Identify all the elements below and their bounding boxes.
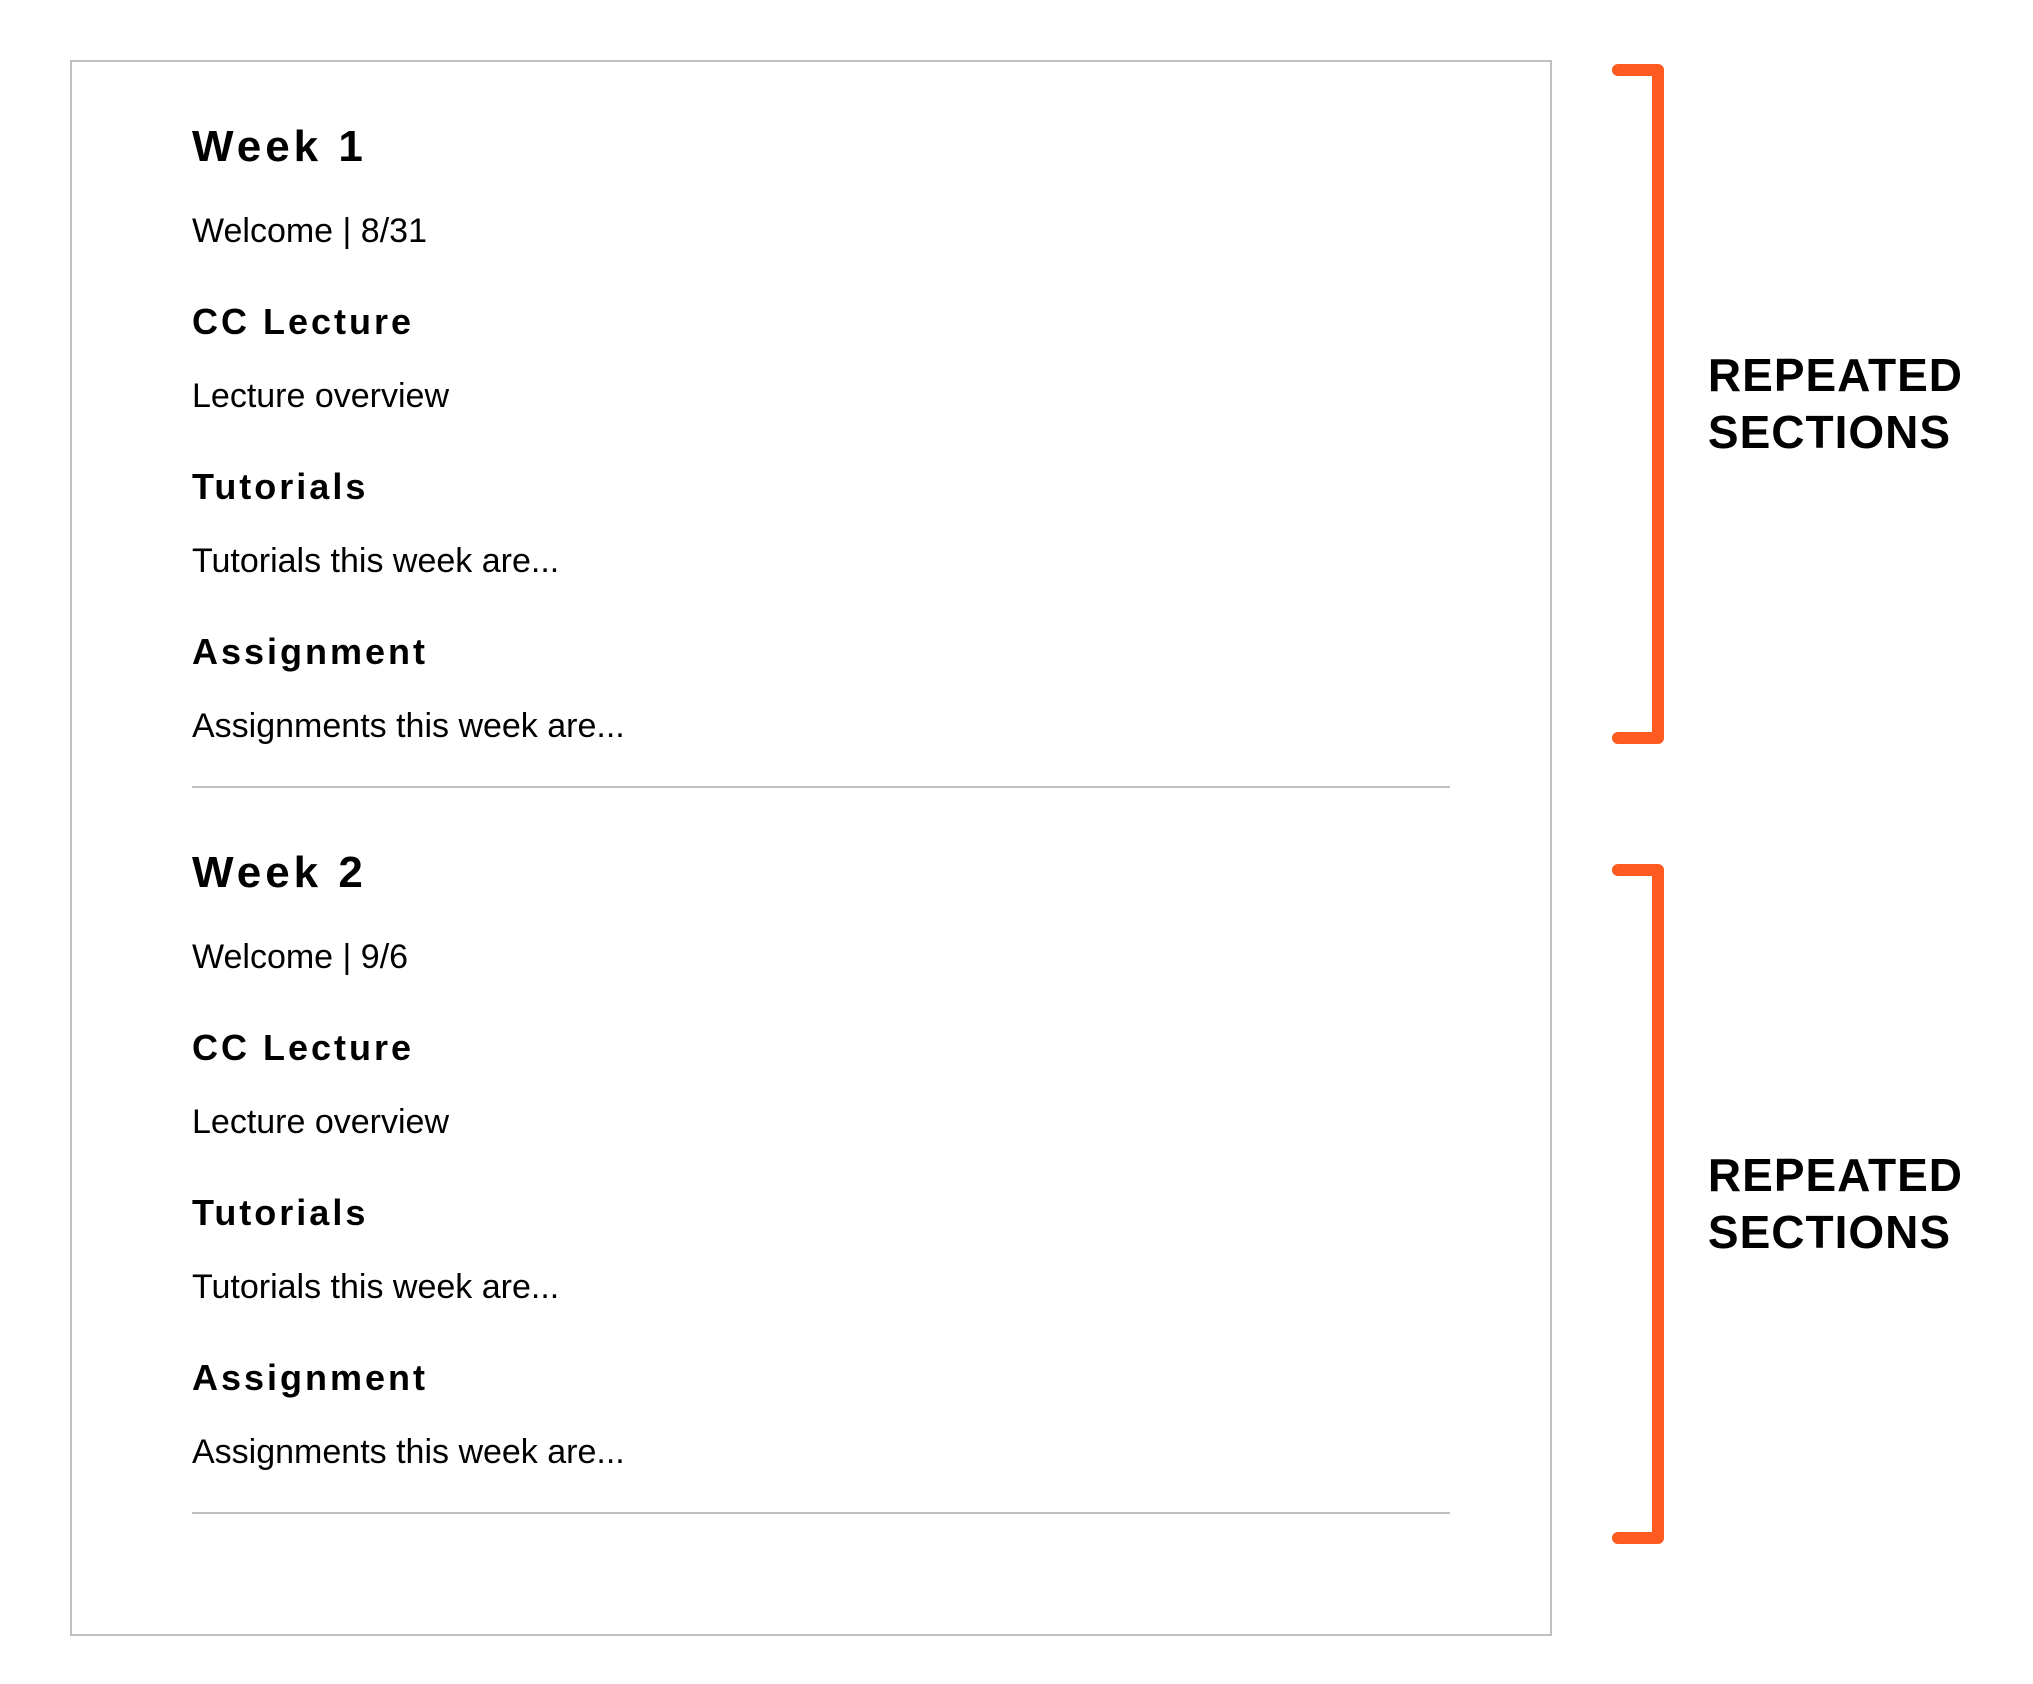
annotation-text: REPEATED SECTIONS xyxy=(1708,347,1963,462)
section-heading: Assignment xyxy=(192,1357,1450,1399)
week-welcome: Welcome | 9/6 xyxy=(192,938,1450,977)
section-body: Assignments this week are... xyxy=(192,1433,1450,1472)
week-welcome: Welcome | 8/31 xyxy=(192,212,1450,251)
bracket-icon xyxy=(1612,64,1668,744)
section-heading: Tutorials xyxy=(192,466,1450,508)
annotation: REPEATED SECTIONS xyxy=(1612,64,1963,744)
bracket-icon xyxy=(1612,864,1668,1544)
annotation: REPEATED SECTIONS xyxy=(1612,864,1963,1544)
section-body: Tutorials this week are... xyxy=(192,1268,1450,1307)
section-body: Tutorials this week are... xyxy=(192,542,1450,581)
annotation-text: REPEATED SECTIONS xyxy=(1708,1147,1963,1262)
annotation-column: REPEATED SECTIONS REPEATED SECTIONS xyxy=(1612,60,1963,1544)
content-card: Week 1 Welcome | 8/31 CC Lecture Lecture… xyxy=(70,60,1552,1636)
annotation-line: SECTIONS xyxy=(1708,404,1963,462)
section-body: Lecture overview xyxy=(192,1103,1450,1142)
week-title: Week 2 xyxy=(192,848,1450,898)
annotation-line: REPEATED xyxy=(1708,347,1963,405)
section-body: Lecture overview xyxy=(192,377,1450,416)
section-divider xyxy=(192,786,1450,788)
section-body: Assignments this week are... xyxy=(192,707,1450,746)
section-heading: Assignment xyxy=(192,631,1450,673)
section-heading: CC Lecture xyxy=(192,301,1450,343)
week-title: Week 1 xyxy=(192,122,1450,172)
week-block: Week 1 Welcome | 8/31 CC Lecture Lecture… xyxy=(192,122,1450,786)
section-heading: CC Lecture xyxy=(192,1027,1450,1069)
section-divider xyxy=(192,1512,1450,1514)
page-wrap: Week 1 Welcome | 8/31 CC Lecture Lecture… xyxy=(70,60,1963,1636)
annotation-line: SECTIONS xyxy=(1708,1204,1963,1262)
week-block: Week 2 Welcome | 9/6 CC Lecture Lecture … xyxy=(192,848,1450,1512)
section-heading: Tutorials xyxy=(192,1192,1450,1234)
annotation-line: REPEATED xyxy=(1708,1147,1963,1205)
